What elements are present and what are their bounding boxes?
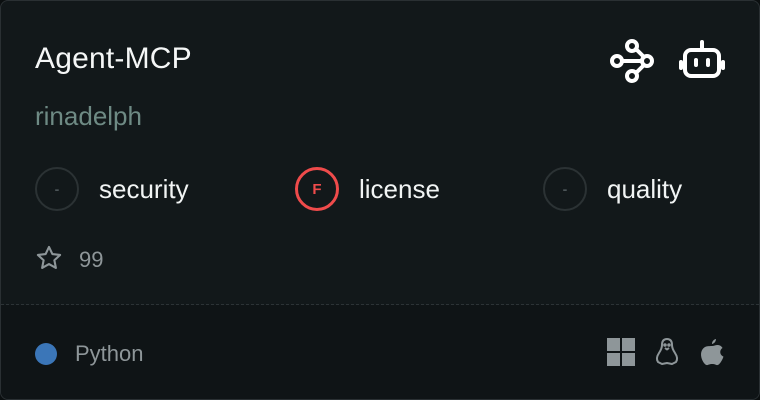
license-grade-badge: F — [295, 167, 339, 211]
star-count-value: 99 — [79, 247, 104, 272]
security-score[interactable]: - security — [35, 165, 189, 213]
score-row: - security F license - quality — [35, 165, 735, 213]
author-link[interactable]: rinadelph — [35, 98, 142, 134]
quality-label: quality — [607, 174, 683, 204]
apple-icon — [699, 337, 725, 367]
license-label: license — [359, 174, 440, 204]
platform-icons — [607, 337, 725, 367]
star-count[interactable]: 99 — [35, 244, 103, 276]
quality-score[interactable]: - quality — [543, 165, 682, 213]
license-score[interactable]: F license — [295, 165, 440, 213]
security-label: security — [99, 174, 189, 204]
robot-icon[interactable] — [679, 38, 725, 84]
header-icons — [609, 38, 725, 84]
quality-grade-badge: - — [543, 167, 587, 211]
language-color-dot — [35, 343, 57, 365]
card-title[interactable]: Agent-MCP — [35, 39, 192, 79]
card-footer: Python — [1, 305, 759, 399]
server-card[interactable]: Agent-MCP rinadelph - security F license… — [0, 0, 760, 400]
connection-icon[interactable] — [609, 38, 655, 84]
language: Python — [35, 339, 144, 369]
security-grade-badge: - — [35, 167, 79, 211]
linux-icon — [653, 337, 681, 367]
language-name: Python — [75, 341, 144, 366]
star-icon — [35, 244, 63, 277]
windows-icon — [607, 338, 635, 366]
